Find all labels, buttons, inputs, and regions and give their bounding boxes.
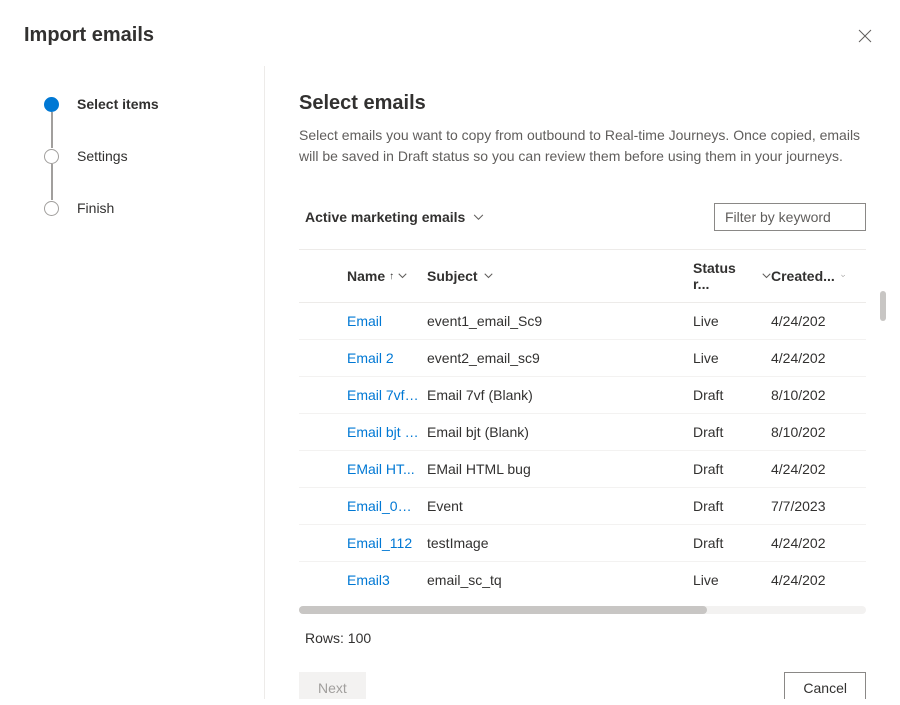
cancel-button[interactable]: Cancel xyxy=(784,672,866,699)
wizard-steps-sidebar: Select items Settings Finish xyxy=(0,66,265,699)
email-subject: Event xyxy=(427,498,693,514)
email-subject: testImage xyxy=(427,535,693,551)
email-name-link[interactable]: Email 7vf ... xyxy=(339,387,427,403)
step-connector xyxy=(51,164,53,200)
email-subject: Email 7vf (Blank) xyxy=(427,387,693,403)
view-selector-label: Active marketing emails xyxy=(305,209,465,225)
email-created: 8/10/202 xyxy=(771,387,845,403)
email-created: 8/10/202 xyxy=(771,424,845,440)
dialog-header: Import emails xyxy=(0,0,900,66)
email-subject: event2_email_sc9 xyxy=(427,350,693,366)
email-subject: Email bjt (Blank) xyxy=(427,424,693,440)
wizard-step-finish[interactable]: Finish xyxy=(44,200,240,216)
next-button[interactable]: Next xyxy=(299,672,366,699)
email-name-link[interactable]: EMail HT... xyxy=(339,461,427,477)
page-description: Select emails you want to copy from outb… xyxy=(299,125,866,167)
step-connector xyxy=(51,112,53,148)
table-row[interactable]: Email bjt (... Email bjt (Blank) Draft 8… xyxy=(299,414,866,451)
horizontal-scrollbar-thumb[interactable] xyxy=(299,606,707,614)
filter-input[interactable] xyxy=(714,203,866,231)
table-header-row: Name ↑ Subject Status r... Created... xyxy=(299,249,866,303)
dialog-footer: Next Cancel xyxy=(299,646,866,699)
email-status: Draft xyxy=(693,498,771,514)
email-name-link[interactable]: Email_0707 xyxy=(339,498,427,514)
email-subject: EMail HTML bug xyxy=(427,461,693,477)
page-title: Select emails xyxy=(299,92,866,115)
table-body: Email event1_email_Sc9 Live 4/24/202 Ema… xyxy=(299,303,866,598)
email-created: 4/24/202 xyxy=(771,572,845,588)
rows-count-label: Rows: 100 xyxy=(299,630,866,646)
chevron-down-icon xyxy=(484,273,493,279)
email-status: Live xyxy=(693,350,771,366)
table-toolbar: Active marketing emails xyxy=(299,203,866,231)
table-row[interactable]: Email event1_email_Sc9 Live 4/24/202 xyxy=(299,303,866,340)
email-status: Draft xyxy=(693,461,771,477)
step-label: Select items xyxy=(77,96,159,112)
step-indicator-icon xyxy=(44,149,59,164)
step-indicator-icon xyxy=(44,97,59,112)
wizard-step-select-items[interactable]: Select items xyxy=(44,96,240,112)
table-row[interactable]: Email 7vf ... Email 7vf (Blank) Draft 8/… xyxy=(299,377,866,414)
table-row[interactable]: EMail HT... EMail HTML bug Draft 4/24/20… xyxy=(299,451,866,488)
email-status: Draft xyxy=(693,424,771,440)
email-created: 4/24/202 xyxy=(771,535,845,551)
vertical-scrollbar[interactable] xyxy=(880,291,886,321)
close-button[interactable] xyxy=(854,24,876,50)
view-selector-dropdown[interactable]: Active marketing emails xyxy=(305,209,484,225)
step-label: Settings xyxy=(77,148,128,164)
email-name-link[interactable]: Email 2 xyxy=(339,350,427,366)
step-label: Finish xyxy=(77,200,114,216)
email-created: 4/24/202 xyxy=(771,313,845,329)
email-created: 7/7/2023 xyxy=(771,498,845,514)
column-header-status[interactable]: Status r... xyxy=(693,260,771,292)
step-indicator-icon xyxy=(44,201,59,216)
table-row[interactable]: Email_112 testImage Draft 4/24/202 xyxy=(299,525,866,562)
column-header-name[interactable]: Name ↑ xyxy=(339,260,427,292)
close-icon xyxy=(858,29,872,43)
table-row[interactable]: Email3 email_sc_tq Live 4/24/202 xyxy=(299,562,866,598)
email-name-link[interactable]: Email xyxy=(339,313,427,329)
email-subject: event1_email_Sc9 xyxy=(427,313,693,329)
table-row[interactable]: Email 2 event2_email_sc9 Live 4/24/202 xyxy=(299,340,866,377)
emails-table: Name ↑ Subject Status r... Created... xyxy=(299,249,866,646)
email-status: Draft xyxy=(693,387,771,403)
email-name-link[interactable]: Email3 xyxy=(339,572,427,588)
email-status: Draft xyxy=(693,535,771,551)
chevron-down-icon xyxy=(762,273,771,279)
email-name-link[interactable]: Email bjt (... xyxy=(339,424,427,440)
wizard-step-settings[interactable]: Settings xyxy=(44,148,240,164)
main-content: Select emails Select emails you want to … xyxy=(265,66,900,699)
dialog-title: Import emails xyxy=(24,24,154,47)
email-subject: email_sc_tq xyxy=(427,572,693,588)
column-header-created[interactable]: Created... xyxy=(771,260,845,292)
table-row[interactable]: Email_0707 Event Draft 7/7/2023 xyxy=(299,488,866,525)
chevron-down-icon xyxy=(841,273,845,279)
email-created: 4/24/202 xyxy=(771,350,845,366)
column-header-subject[interactable]: Subject xyxy=(427,260,693,292)
email-status: Live xyxy=(693,572,771,588)
email-status: Live xyxy=(693,313,771,329)
chevron-down-icon xyxy=(473,214,484,221)
chevron-down-icon xyxy=(398,273,407,279)
horizontal-scrollbar-track[interactable] xyxy=(299,606,866,614)
email-name-link[interactable]: Email_112 xyxy=(339,535,427,551)
sort-ascending-icon: ↑ xyxy=(389,271,394,282)
email-created: 4/24/202 xyxy=(771,461,845,477)
